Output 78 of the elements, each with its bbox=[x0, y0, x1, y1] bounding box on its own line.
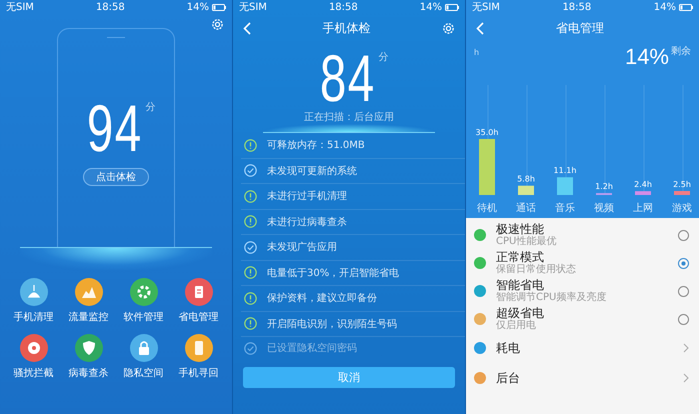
check-item-text: 保护资料，建议立即备份 bbox=[267, 292, 377, 306]
battery-percent: 14% bbox=[654, 2, 676, 12]
bar-value-label: 2.4h bbox=[634, 180, 652, 190]
category-label: 通话 bbox=[516, 203, 537, 215]
category-label: 音乐 bbox=[555, 203, 576, 215]
menu-item[interactable]: 耗电 bbox=[466, 333, 699, 363]
check-item-text: 已设置隐私空间密码 bbox=[267, 342, 357, 355]
tool-button[interactable]: 隐私空间 bbox=[116, 334, 171, 380]
score-unit: 分 bbox=[146, 101, 156, 114]
menu-title: 后台 bbox=[496, 371, 521, 385]
scan-status-text: 正在扫描：后台应用 bbox=[303, 110, 395, 124]
back-icon[interactable] bbox=[476, 22, 484, 34]
mode-title: 正常模式 bbox=[496, 250, 545, 264]
score-number: 84 bbox=[320, 50, 376, 106]
check-item-text: 未进行过病毒查杀 bbox=[267, 216, 347, 229]
radio-button[interactable] bbox=[678, 258, 689, 268]
check-item-text: 未进行过手机清理 bbox=[267, 190, 347, 204]
check-item-text: 电量低于30%，开启智能省电 bbox=[267, 266, 400, 280]
category-label: 待机 bbox=[477, 203, 498, 215]
battery-percent: 14% bbox=[420, 2, 442, 12]
menu-item[interactable]: 后台 bbox=[466, 363, 699, 393]
check-item-text: 可释放内存：51.0MB bbox=[267, 138, 365, 152]
settings-icon[interactable] bbox=[442, 22, 455, 34]
category-label: 上网 bbox=[633, 203, 654, 215]
battery-percent: 14% bbox=[186, 2, 209, 12]
unit-annotation: h bbox=[474, 48, 480, 57]
settings-icon[interactable] bbox=[211, 18, 224, 31]
carrier-text: 无SIM bbox=[6, 1, 34, 14]
tool-button[interactable]: 骚扰拦截 bbox=[6, 334, 61, 380]
chevron-icon bbox=[683, 373, 689, 383]
battery-icon bbox=[679, 4, 693, 10]
radio-button[interactable] bbox=[678, 314, 689, 324]
tool-button[interactable]: 病毒查杀 bbox=[61, 334, 116, 380]
mode-title: 极速性能 bbox=[496, 222, 545, 236]
clock-text: 18:58 bbox=[96, 2, 125, 12]
menu-title: 耗电 bbox=[496, 341, 521, 355]
mode-subtitle: 仅启用电 bbox=[496, 320, 537, 332]
page-title: 省电管理 bbox=[556, 20, 604, 36]
bar-value-label: 1.2h bbox=[595, 182, 613, 192]
mode-title: 超级省电 bbox=[496, 306, 545, 320]
bar-value-label: 35.0h bbox=[476, 128, 498, 137]
category-label: 游戏 bbox=[672, 203, 693, 215]
tool-button[interactable]: 流量监控 bbox=[61, 278, 116, 324]
mode-title: 智能省电 bbox=[496, 278, 545, 292]
battery-icon bbox=[212, 4, 226, 10]
bar-value-label: 2.5h bbox=[673, 180, 691, 189]
clock-text: 18:58 bbox=[562, 2, 592, 12]
check-item-text: 未发现可更新的系统 bbox=[267, 164, 357, 178]
mode-option[interactable]: 智能省电 智能调节CPU频率及亮度 bbox=[466, 277, 699, 305]
tool-button[interactable]: 软件管理 bbox=[116, 278, 171, 324]
check-button[interactable]: 点击体检 bbox=[83, 168, 149, 186]
score-number: 94 bbox=[87, 100, 143, 156]
battery-icon bbox=[445, 4, 459, 10]
mode-option[interactable]: 极速性能 CPU性能最优 bbox=[466, 221, 699, 249]
check-item-text: 开启陌电识别，识别陌生号码 bbox=[267, 318, 397, 331]
bar-value-label: 11.1h bbox=[554, 166, 576, 176]
remaining-label: 剩余 bbox=[671, 45, 691, 58]
score-unit: 分 bbox=[378, 51, 389, 64]
mode-subtitle: 保留日常使用状态 bbox=[496, 264, 577, 276]
radio-button[interactable] bbox=[678, 286, 689, 296]
mode-subtitle: 智能调节CPU频率及亮度 bbox=[496, 292, 608, 304]
bar-value-label: 5.8h bbox=[517, 174, 535, 184]
carrier-text: 无SIM bbox=[239, 1, 267, 14]
tool-button[interactable]: 手机寻回 bbox=[171, 334, 226, 380]
carrier-text: 无SIM bbox=[472, 1, 500, 14]
chevron-icon bbox=[683, 343, 689, 353]
mode-subtitle: CPU性能最优 bbox=[496, 236, 558, 248]
mode-option[interactable]: 正常模式 保留日常使用状态 bbox=[466, 249, 699, 277]
battery-remaining: 14% bbox=[624, 44, 669, 70]
radio-button[interactable] bbox=[678, 230, 689, 240]
back-icon[interactable] bbox=[243, 22, 251, 34]
page-title: 手机体检 bbox=[322, 20, 370, 36]
category-label: 视频 bbox=[594, 203, 615, 215]
tool-button[interactable]: 手机清理 bbox=[6, 278, 61, 324]
tool-button[interactable]: 省电管理 bbox=[171, 278, 226, 324]
clock-text: 18:58 bbox=[328, 2, 358, 12]
check-item-text: 未发现广告应用 bbox=[267, 240, 337, 254]
mode-option[interactable]: 超级省电 仅启用电 bbox=[466, 305, 699, 333]
